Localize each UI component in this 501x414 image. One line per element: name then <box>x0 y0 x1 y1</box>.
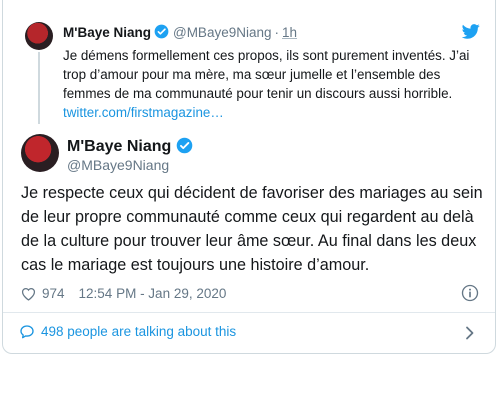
like-count[interactable]: 974 <box>42 285 65 303</box>
quoted-avatar[interactable] <box>25 22 53 50</box>
quoted-text-body: Je démens formellement ces propos, ils s… <box>63 48 470 101</box>
quoted-author-handle[interactable]: @MBaye9Niang <box>173 25 272 40</box>
tweet-text: Je respecte ceux qui décident de favoris… <box>21 184 483 274</box>
quoted-time[interactable]: 1h <box>282 25 297 40</box>
comment-icon <box>20 325 34 339</box>
heart-icon[interactable] <box>21 287 36 301</box>
author-name[interactable]: M'Baye Niang <box>67 138 171 155</box>
quoted-tweet-text: Je démens formellement ces propos, ils s… <box>63 46 473 122</box>
author-avatar[interactable] <box>21 134 59 172</box>
thread-line <box>38 52 40 124</box>
quoted-separator: · <box>274 25 280 40</box>
info-icon[interactable] <box>461 284 479 302</box>
verified-icon <box>154 24 169 39</box>
verified-icon <box>176 137 193 154</box>
quoted-link[interactable]: twitter.com/firstmagazine… <box>63 105 224 120</box>
divider <box>3 312 495 313</box>
quoted-author-name[interactable]: M'Baye Niang <box>63 25 151 40</box>
twitter-bird-icon[interactable] <box>462 24 480 39</box>
tweet-timestamp[interactable]: 12:54 PM - Jan 29, 2020 <box>79 285 227 303</box>
tweet-meta: 974 12:54 PM - Jan 29, 2020 <box>21 285 226 303</box>
quoted-header: M'Baye Niang @MBaye9Niang · 1h <box>63 24 297 42</box>
talking-about-link[interactable]: 498 people are talking about this <box>19 322 236 342</box>
tweet-embed-card: M'Baye Niang @MBaye9Niang · 1h Je démens fo… <box>2 0 496 354</box>
talking-about-text[interactable]: 498 people are talking about this <box>41 322 236 342</box>
chevron-right-icon[interactable] <box>465 326 475 340</box>
author-handle[interactable]: @MBaye9Niang <box>67 156 169 174</box>
author-name-row: M'Baye Niang <box>67 137 193 156</box>
